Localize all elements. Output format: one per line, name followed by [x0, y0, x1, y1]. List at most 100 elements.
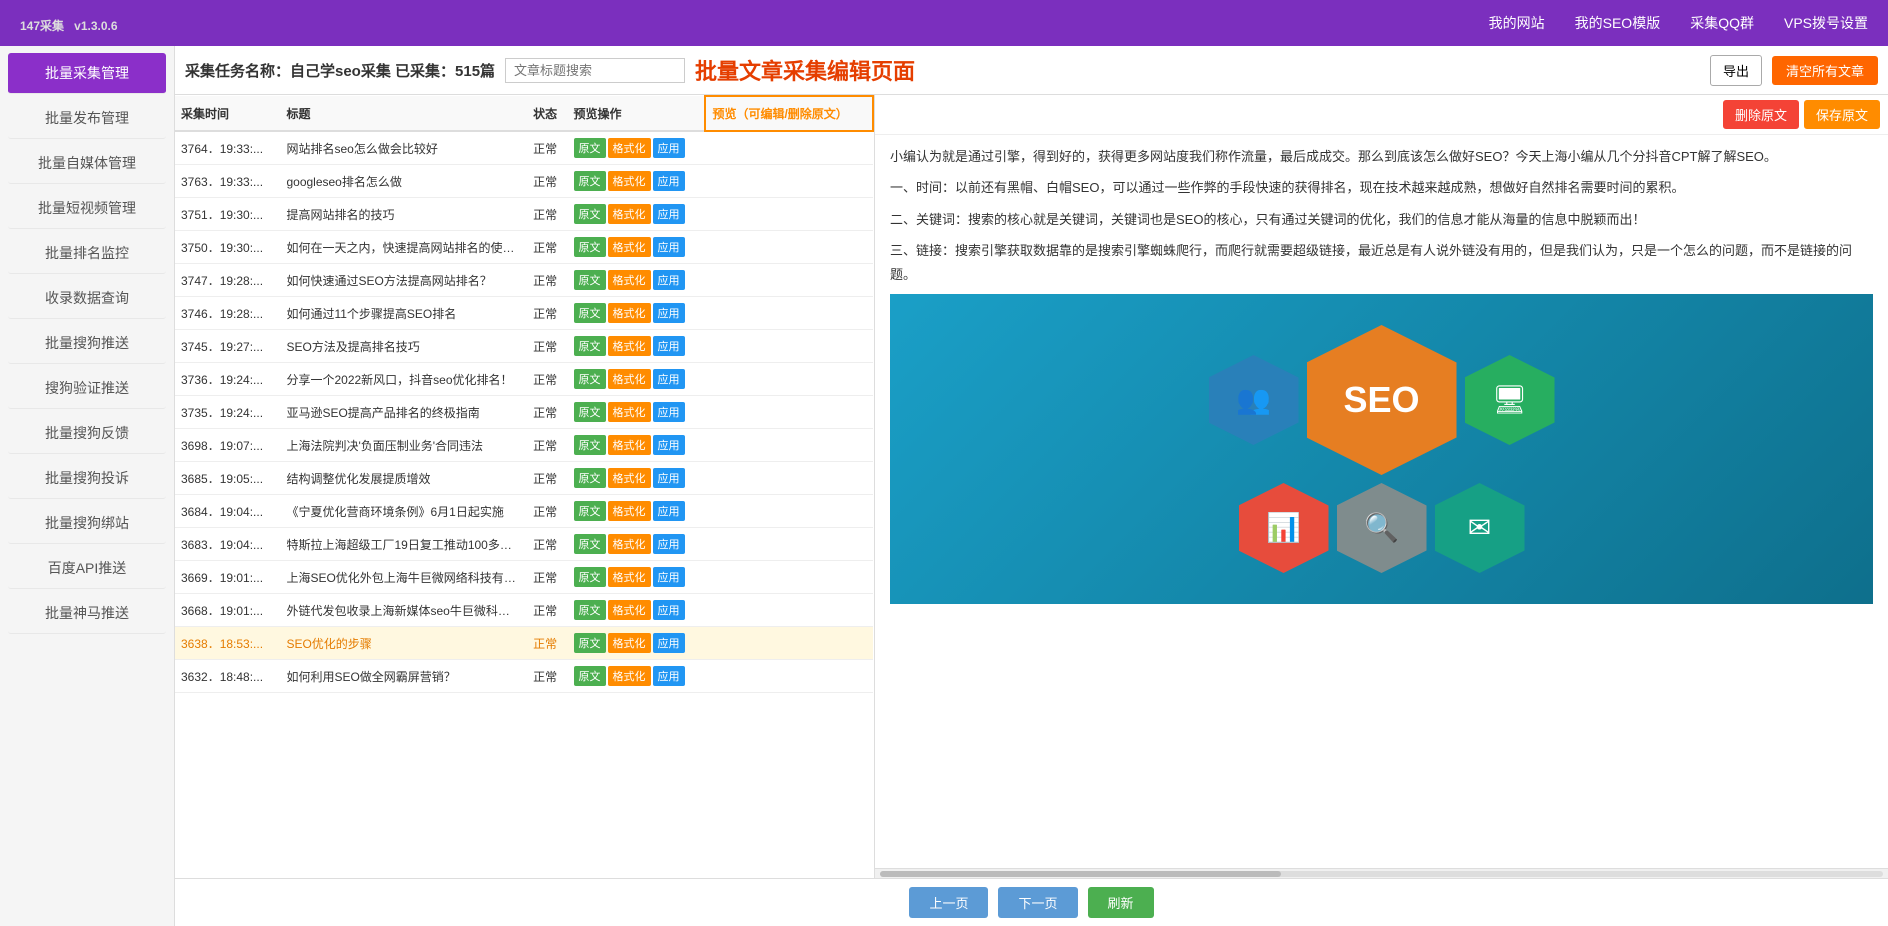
yuanwen-button[interactable]: 原文: [574, 402, 606, 422]
top-nav-link[interactable]: 采集QQ群: [1690, 13, 1754, 33]
sidebar-item[interactable]: 批量搜狗投诉: [8, 458, 166, 499]
yingying-button[interactable]: 应用: [653, 501, 685, 521]
yuanwen-button[interactable]: 原文: [574, 435, 606, 455]
sidebar-item[interactable]: 批量采集管理: [8, 53, 166, 94]
cell-title: 亚马逊SEO提高产品排名的终极指南: [280, 396, 527, 429]
cell-actions: 原文格式化应用: [568, 462, 706, 495]
table-row: 3683．19:04:...特斯拉上海超级工厂19日复工推动100多家供应商协.…: [175, 528, 873, 561]
cell-time: 3736．19:24:...: [175, 363, 280, 396]
geshi-button[interactable]: 格式化: [608, 600, 651, 620]
yuanwen-button[interactable]: 原文: [574, 138, 606, 158]
yuanwen-button[interactable]: 原文: [574, 666, 606, 686]
geshi-button[interactable]: 格式化: [608, 666, 651, 686]
sidebar-item[interactable]: 批量搜狗推送: [8, 323, 166, 364]
yuanwen-button[interactable]: 原文: [574, 303, 606, 323]
geshi-button[interactable]: 格式化: [608, 336, 651, 356]
sidebar-item[interactable]: 批量排名监控: [8, 233, 166, 274]
yingying-button[interactable]: 应用: [653, 534, 685, 554]
geshi-button[interactable]: 格式化: [608, 204, 651, 224]
yingying-button[interactable]: 应用: [653, 633, 685, 653]
sidebar-item[interactable]: 批量搜狗反馈: [8, 413, 166, 454]
yuanwen-button[interactable]: 原文: [574, 369, 606, 389]
yingying-button[interactable]: 应用: [653, 468, 685, 488]
save-orig-button[interactable]: 保存原文: [1804, 100, 1880, 129]
table-row: 3684．19:04:...《宁夏优化营商环境条例》6月1日起实施正常原文格式化…: [175, 495, 873, 528]
geshi-button[interactable]: 格式化: [608, 534, 651, 554]
sidebar-item[interactable]: 收录数据查询: [8, 278, 166, 319]
cell-status: 正常: [527, 561, 567, 594]
yingying-button[interactable]: 应用: [653, 303, 685, 323]
geshi-button[interactable]: 格式化: [608, 138, 651, 158]
yingying-button[interactable]: 应用: [653, 237, 685, 257]
cell-time: 3745．19:27:...: [175, 330, 280, 363]
top-nav-link[interactable]: 我的网站: [1489, 13, 1545, 33]
geshi-button[interactable]: 格式化: [608, 468, 651, 488]
geshi-button[interactable]: 格式化: [608, 435, 651, 455]
yingying-button[interactable]: 应用: [653, 600, 685, 620]
cell-time: 3763．19:33:...: [175, 165, 280, 198]
search-input[interactable]: [505, 58, 685, 83]
yuanwen-button[interactable]: 原文: [574, 237, 606, 257]
cell-actions: 原文格式化应用: [568, 528, 706, 561]
yingying-button[interactable]: 应用: [653, 369, 685, 389]
geshi-button[interactable]: 格式化: [608, 303, 651, 323]
yuanwen-button[interactable]: 原文: [574, 171, 606, 191]
yingying-button[interactable]: 应用: [653, 567, 685, 587]
cell-status: 正常: [527, 231, 567, 264]
yuanwen-button[interactable]: 原文: [574, 270, 606, 290]
sidebar-item[interactable]: 搜狗验证推送: [8, 368, 166, 409]
yingying-button[interactable]: 应用: [653, 402, 685, 422]
cell-preview: [705, 396, 873, 429]
yuanwen-button[interactable]: 原文: [574, 534, 606, 554]
geshi-button[interactable]: 格式化: [608, 402, 651, 422]
geshi-button[interactable]: 格式化: [608, 237, 651, 257]
delete-orig-button[interactable]: 删除原文: [1723, 100, 1799, 129]
cell-actions: 原文格式化应用: [568, 198, 706, 231]
geshi-button[interactable]: 格式化: [608, 633, 651, 653]
yuanwen-button[interactable]: 原文: [574, 501, 606, 521]
cell-actions: 原文格式化应用: [568, 495, 706, 528]
yuanwen-button[interactable]: 原文: [574, 633, 606, 653]
sidebar-item[interactable]: 批量搜狗绑站: [8, 503, 166, 544]
geshi-button[interactable]: 格式化: [608, 567, 651, 587]
preview-paragraph: 小编认为就是通过引擎，得到好的，获得更多网站度我们称作流量，最后成成交。那么到底…: [890, 145, 1873, 168]
yingying-button[interactable]: 应用: [653, 270, 685, 290]
cell-actions: 原文格式化应用: [568, 594, 706, 627]
cell-title: SEO优化的步骤: [280, 627, 527, 660]
yuanwen-button[interactable]: 原文: [574, 567, 606, 587]
cell-time: 3735．19:24:...: [175, 396, 280, 429]
preview-scrollbar[interactable]: [875, 868, 1888, 878]
col-status: 状态: [527, 96, 567, 131]
sidebar-item[interactable]: 批量发布管理: [8, 98, 166, 139]
clear-button[interactable]: 清空所有文章: [1772, 56, 1878, 85]
yingying-button[interactable]: 应用: [653, 666, 685, 686]
app-version: v1.3.0.6: [74, 19, 117, 33]
yuanwen-button[interactable]: 原文: [574, 204, 606, 224]
yingying-button[interactable]: 应用: [653, 171, 685, 191]
geshi-button[interactable]: 格式化: [608, 171, 651, 191]
sidebar-item[interactable]: 批量自媒体管理: [8, 143, 166, 184]
yuanwen-button[interactable]: 原文: [574, 336, 606, 356]
sidebar-item[interactable]: 批量短视频管理: [8, 188, 166, 229]
yingying-button[interactable]: 应用: [653, 204, 685, 224]
table-row: 3668．19:01:...外链代发包收录上海新媒体seo牛巨微科技公司正常原文…: [175, 594, 873, 627]
top-nav-link[interactable]: 我的SEO模版: [1575, 13, 1661, 33]
refresh-button[interactable]: 刷新: [1088, 887, 1154, 918]
yingying-button[interactable]: 应用: [653, 138, 685, 158]
next-button[interactable]: 下一页: [998, 887, 1077, 918]
geshi-button[interactable]: 格式化: [608, 369, 651, 389]
yingying-button[interactable]: 应用: [653, 336, 685, 356]
geshi-button[interactable]: 格式化: [608, 501, 651, 521]
yingying-button[interactable]: 应用: [653, 435, 685, 455]
prev-button[interactable]: 上一页: [909, 887, 988, 918]
sidebar-item[interactable]: 批量神马推送: [8, 593, 166, 634]
yuanwen-button[interactable]: 原文: [574, 600, 606, 620]
top-nav-link[interactable]: VPS拨号设置: [1784, 13, 1868, 33]
geshi-button[interactable]: 格式化: [608, 270, 651, 290]
export-button[interactable]: 导出: [1710, 55, 1762, 86]
yuanwen-button[interactable]: 原文: [574, 468, 606, 488]
sidebar-item[interactable]: 百度API推送: [8, 548, 166, 589]
cell-actions: 原文格式化应用: [568, 396, 706, 429]
cell-preview: [705, 627, 873, 660]
cell-status: 正常: [527, 462, 567, 495]
